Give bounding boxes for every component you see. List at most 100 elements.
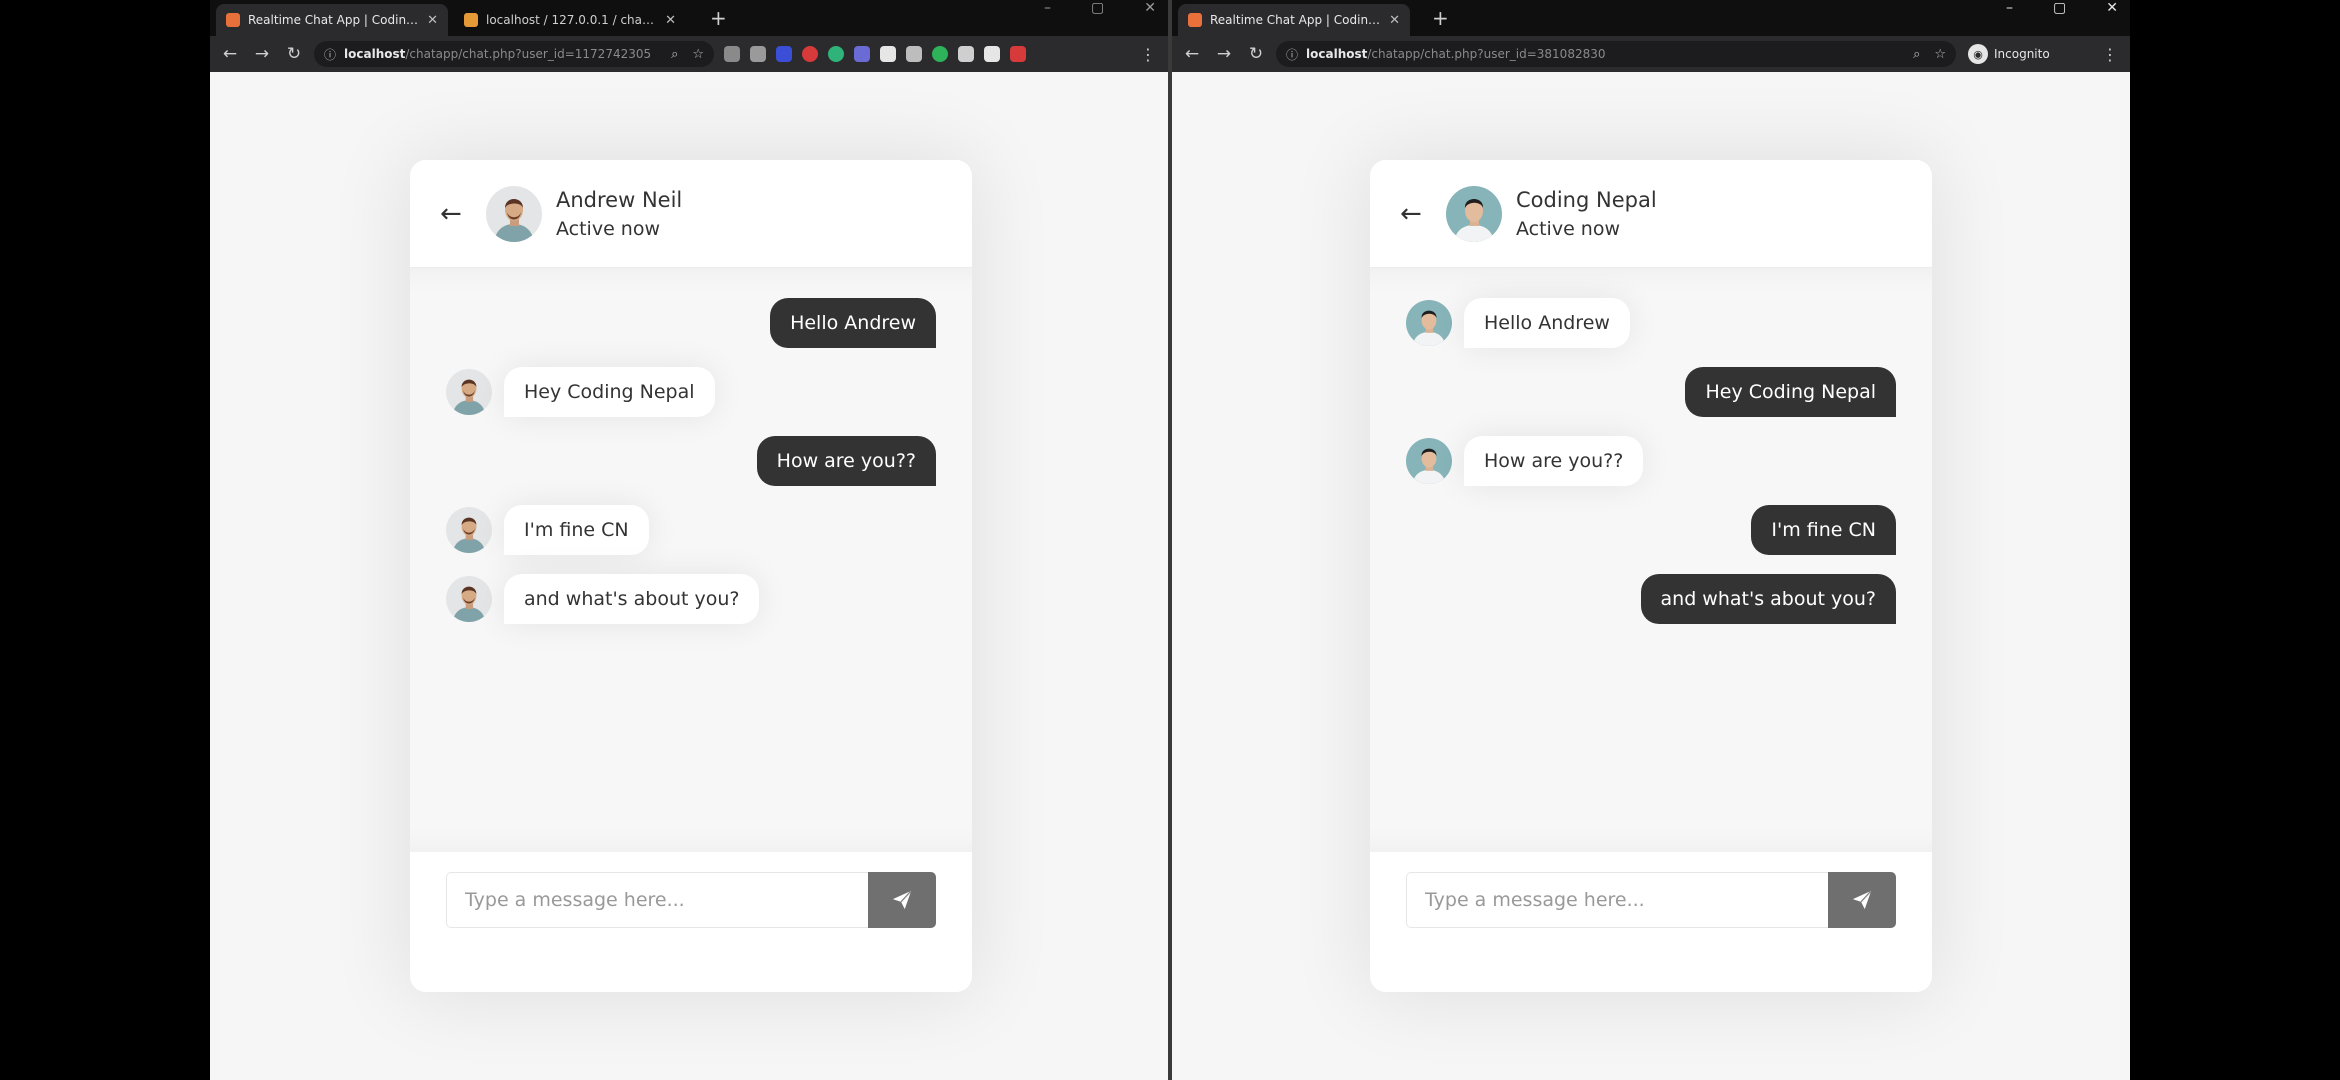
left-browser-window: Realtime Chat App | CodingNepal ✕ localh… xyxy=(210,0,1168,1080)
back-nav-icon[interactable]: ← xyxy=(214,44,246,64)
codingnepal-avatar-icon xyxy=(1406,438,1452,484)
message-bubble: Hello Andrew xyxy=(770,298,936,348)
codingnepal-avatar-icon xyxy=(1406,300,1452,346)
kebab-menu-icon[interactable]: ⋮ xyxy=(1140,45,1156,64)
tab-title: Realtime Chat App | CodingNepal xyxy=(248,13,419,27)
outgoing-message: I'm fine CN xyxy=(1751,505,1896,555)
window-controls: – ▢ ✕ xyxy=(2006,0,2118,20)
close-window-icon[interactable]: ✕ xyxy=(1144,0,1156,20)
incoming-message: and what's about you? xyxy=(446,574,760,624)
extension-icon[interactable] xyxy=(958,46,974,62)
user-info: Andrew Neil Active now xyxy=(556,188,682,240)
codingnepal-favicon-icon xyxy=(226,13,240,27)
address-bar[interactable]: ⓘ localhost /chatapp/chat.php?user_id=11… xyxy=(314,41,714,67)
tab-chat-app[interactable]: Realtime Chat App | CodingNepal ✕ xyxy=(216,4,448,36)
extension-icon[interactable] xyxy=(1010,46,1026,62)
extension-icon[interactable] xyxy=(932,46,948,62)
incoming-message: Hello Andrew xyxy=(1406,298,1630,348)
paper-plane-icon xyxy=(892,890,912,910)
close-window-icon[interactable]: ✕ xyxy=(2106,0,2118,20)
forward-nav-icon[interactable]: → xyxy=(246,44,278,64)
user-status: Active now xyxy=(1516,217,1621,240)
close-tab-icon[interactable]: ✕ xyxy=(427,13,438,28)
extensions-row xyxy=(724,46,1026,62)
avatar xyxy=(1406,438,1452,484)
star-icon[interactable]: ☆ xyxy=(692,47,704,62)
star-icon[interactable]: ☆ xyxy=(1934,47,1946,62)
typing-area xyxy=(410,852,972,992)
arrow-left-icon[interactable]: ← xyxy=(1400,199,1434,229)
message-bubble: Hey Coding Nepal xyxy=(1685,367,1896,417)
incoming-message: I'm fine CN xyxy=(446,505,649,555)
incognito-label: Incognito xyxy=(1994,47,2050,61)
outgoing-message: Hello Andrew xyxy=(770,298,936,348)
maximize-icon[interactable]: ▢ xyxy=(1091,0,1104,20)
puzzle-icon[interactable] xyxy=(984,46,1000,62)
outgoing-message: and what's about you? xyxy=(1640,574,1896,624)
chat-card: ← Coding Nepal Active now Hello Andrew H… xyxy=(1370,160,1932,992)
message-bubble: Hello Andrew xyxy=(1464,298,1630,348)
message-bubble: I'm fine CN xyxy=(504,505,649,555)
close-tab-icon[interactable]: ✕ xyxy=(665,13,676,28)
avatar xyxy=(446,507,492,553)
tab-chat-app[interactable]: Realtime Chat App | CodingNepal ✕ xyxy=(1178,4,1410,36)
reload-icon[interactable]: ↻ xyxy=(1240,44,1272,64)
chat-header: ← Coding Nepal Active now xyxy=(1370,160,1932,268)
extension-icon[interactable] xyxy=(880,46,896,62)
extension-icon[interactable] xyxy=(724,46,740,62)
user-status: Active now xyxy=(556,217,661,240)
send-button[interactable] xyxy=(1828,872,1896,928)
typing-area xyxy=(1370,852,1932,992)
codingnepal-favicon-icon xyxy=(1188,13,1202,27)
site-info-icon[interactable]: ⓘ xyxy=(324,46,336,63)
extension-icon[interactable] xyxy=(802,46,818,62)
reload-icon[interactable]: ↻ xyxy=(278,44,310,64)
chat-header: ← Andrew Neil Active now xyxy=(410,160,972,268)
message-bubble: and what's about you? xyxy=(504,574,760,624)
tab-title: Realtime Chat App | CodingNepal xyxy=(1210,13,1381,27)
forward-nav-icon[interactable]: → xyxy=(1208,44,1240,64)
url-path: /chatapp/chat.php?user_id=381082830 xyxy=(1367,47,1606,61)
incoming-message: Hey Coding Nepal xyxy=(446,367,715,417)
user-name: Andrew Neil xyxy=(556,187,683,212)
andrew-avatar-icon xyxy=(446,507,492,553)
extension-icon[interactable] xyxy=(776,46,792,62)
message-input[interactable] xyxy=(1406,872,1828,928)
extension-icon[interactable] xyxy=(750,46,766,62)
close-tab-icon[interactable]: ✕ xyxy=(1389,13,1400,28)
chat-box[interactable]: Hello Andrew Hey Coding Nepal How are yo… xyxy=(1370,268,1932,852)
arrow-left-icon[interactable]: ← xyxy=(440,199,474,229)
address-bar[interactable]: ⓘ localhost /chatapp/chat.php?user_id=38… xyxy=(1276,41,1956,67)
user-info: Coding Nepal Active now xyxy=(1516,188,1657,240)
extension-icon[interactable] xyxy=(854,46,870,62)
send-button[interactable] xyxy=(868,872,936,928)
chat-box[interactable]: Hello Andrew Hey Coding Nepal How are yo… xyxy=(410,268,972,852)
back-nav-icon[interactable]: ← xyxy=(1176,44,1208,64)
magnifier-icon[interactable]: ⌕ xyxy=(1913,47,1920,62)
maximize-icon[interactable]: ▢ xyxy=(2053,0,2066,20)
avatar xyxy=(486,185,542,242)
new-tab-button[interactable]: + xyxy=(710,6,727,30)
tab-strip: Realtime Chat App | CodingNepal ✕ localh… xyxy=(210,0,1168,36)
extension-icon[interactable] xyxy=(906,46,922,62)
extension-icon[interactable] xyxy=(828,46,844,62)
message-bubble: How are you?? xyxy=(756,436,936,486)
message-input[interactable] xyxy=(446,872,868,928)
tab-phpmyadmin[interactable]: localhost / 127.0.0.1 / chatapp / users … xyxy=(454,4,686,36)
kebab-menu-icon[interactable]: ⋮ xyxy=(2102,45,2118,64)
right-browser-window: Realtime Chat App | CodingNepal ✕ + – ▢ … xyxy=(1172,0,2130,1080)
codingnepal-avatar-icon xyxy=(1446,185,1502,242)
window-controls: – ▢ ✕ xyxy=(1044,0,1156,20)
paper-plane-icon xyxy=(1852,890,1872,910)
tab-strip: Realtime Chat App | CodingNepal ✕ + – ▢ … xyxy=(1172,0,2130,36)
magnifier-icon[interactable]: ⌕ xyxy=(671,47,678,62)
tab-title: localhost / 127.0.0.1 / chatapp / users … xyxy=(486,13,657,27)
minimize-icon[interactable]: – xyxy=(1044,0,1051,20)
minimize-icon[interactable]: – xyxy=(2006,0,2013,20)
site-info-icon[interactable]: ⓘ xyxy=(1286,46,1298,63)
new-tab-button[interactable]: + xyxy=(1432,6,1449,30)
chat-card: ← Andrew Neil Active now Hello Andrew He… xyxy=(410,160,972,992)
screen: Realtime Chat App | CodingNepal ✕ localh… xyxy=(0,0,2340,1080)
incognito-indicator[interactable]: ◉ Incognito xyxy=(1968,44,2050,64)
message-bubble: I'm fine CN xyxy=(1751,505,1896,555)
